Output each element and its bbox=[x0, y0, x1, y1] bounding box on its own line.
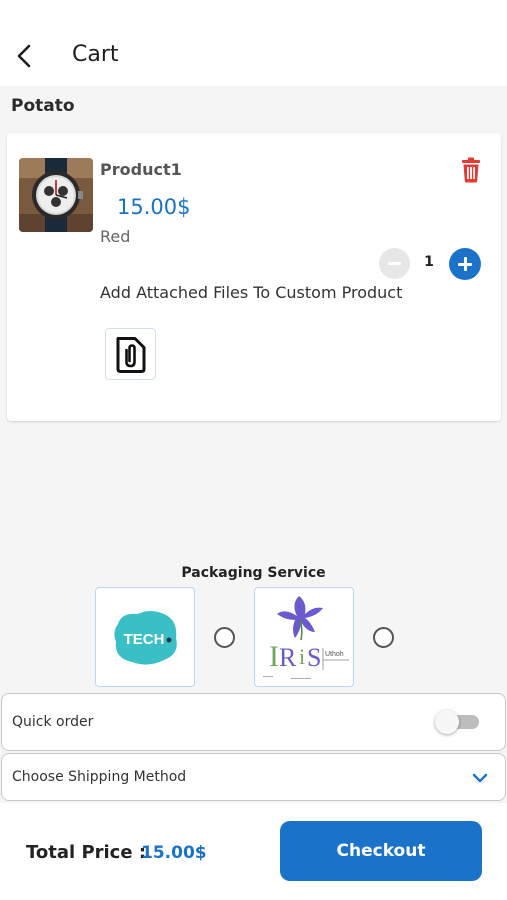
svg-text:R: R bbox=[279, 643, 297, 672]
iris-logo: I R i S Uthoh bbox=[263, 596, 349, 679]
packaging-service-title: Packaging Service bbox=[181, 565, 326, 581]
delete-button[interactable] bbox=[459, 157, 483, 183]
packaging-option-iris[interactable]: I R i S Uthoh bbox=[254, 587, 354, 687]
paperclip-file-icon bbox=[116, 337, 146, 373]
total-price-label: Total Price : bbox=[26, 842, 147, 863]
packaging-radio-iris[interactable] bbox=[373, 627, 394, 648]
attach-file-button[interactable] bbox=[105, 328, 156, 380]
shipping-method-label: Choose Shipping Method bbox=[12, 769, 187, 785]
store-name: Potato bbox=[11, 96, 75, 116]
packaging-option-tech[interactable]: TECH bbox=[95, 587, 195, 687]
packaging-radio-tech[interactable] bbox=[214, 627, 235, 648]
svg-text:I: I bbox=[269, 640, 279, 673]
checkout-button[interactable]: Checkout bbox=[280, 821, 482, 881]
app-bar: Cart bbox=[0, 0, 507, 86]
svg-text:Uthoh: Uthoh bbox=[325, 651, 344, 658]
tech-logo: TECH bbox=[114, 611, 177, 665]
quick-order-label: Quick order bbox=[12, 714, 94, 730]
svg-text:S: S bbox=[307, 643, 321, 672]
decrease-quantity-button[interactable] bbox=[379, 248, 410, 279]
svg-text:TECH: TECH bbox=[124, 631, 165, 648]
page-title: Cart bbox=[72, 42, 119, 67]
checkout-bar: Total Price : 15.00$ Checkout bbox=[0, 803, 507, 900]
watch-image bbox=[19, 158, 93, 232]
toggle-thumb bbox=[435, 710, 459, 734]
svg-text:i: i bbox=[299, 644, 305, 669]
quick-order-toggle[interactable] bbox=[435, 710, 479, 734]
back-button[interactable] bbox=[12, 40, 38, 72]
product-price: 15.00$ bbox=[117, 195, 191, 219]
chevron-down-icon bbox=[472, 773, 488, 783]
product-variant: Red bbox=[100, 227, 131, 246]
shipping-method-dropdown[interactable]: Choose Shipping Method bbox=[1, 753, 506, 801]
total-price-value: 15.00$ bbox=[141, 843, 207, 863]
product-thumbnail[interactable] bbox=[19, 158, 93, 232]
product-name: Product1 bbox=[100, 160, 182, 179]
increase-quantity-button[interactable] bbox=[449, 248, 481, 280]
attach-files-label: Add Attached Files To Custom Product bbox=[100, 283, 403, 302]
chevron-left-icon bbox=[17, 44, 31, 68]
quick-order-row: Quick order bbox=[1, 693, 506, 751]
quantity-value: 1 bbox=[424, 254, 434, 270]
cart-item-card: Product1 15.00$ Red 1 Add Attached Files… bbox=[7, 133, 501, 421]
trash-icon bbox=[462, 157, 480, 183]
